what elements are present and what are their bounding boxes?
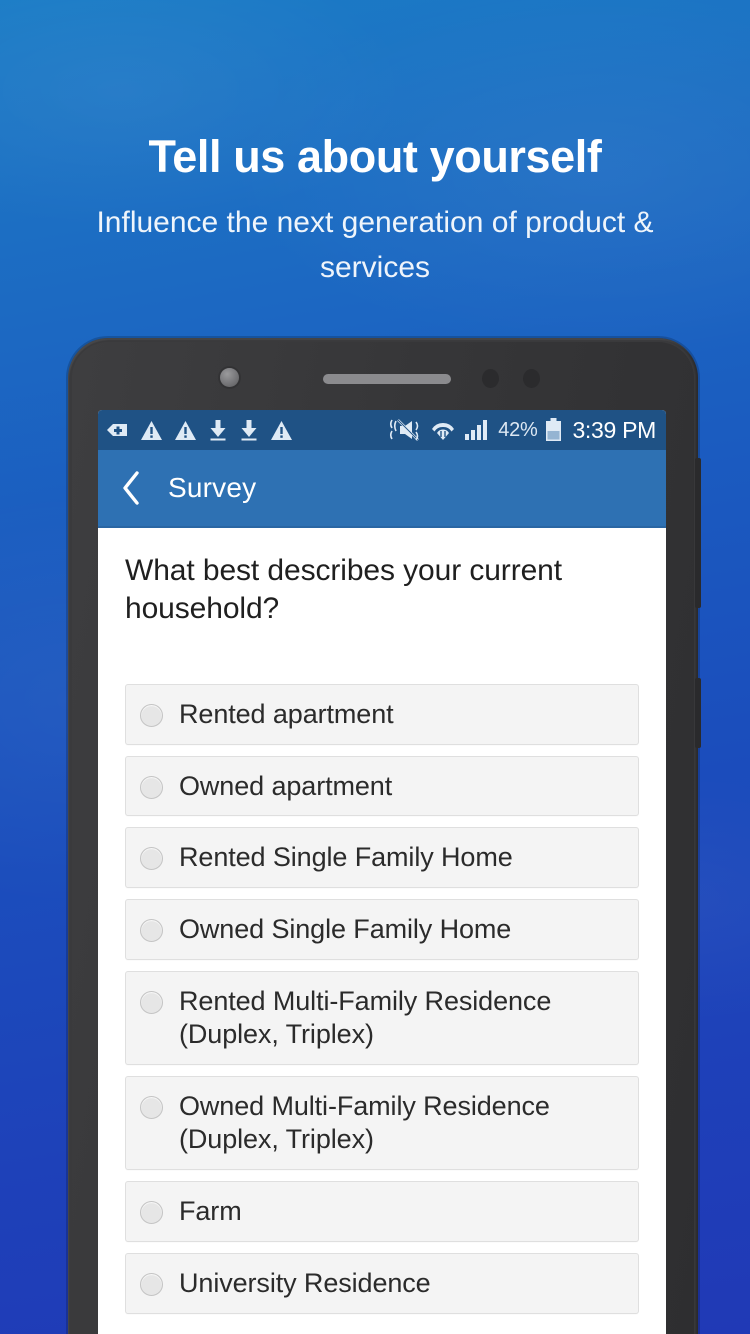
status-bar-system: 42% 3:39 PM bbox=[388, 417, 656, 444]
survey-option-label: Rented Single Family Home bbox=[179, 842, 513, 873]
status-bar-notifications bbox=[106, 419, 388, 441]
survey-option[interactable]: Rented Multi-Family Residence (Duplex, T… bbox=[125, 971, 639, 1066]
survey-option-label: Rented Multi-Family Residence (Duplex, T… bbox=[179, 986, 552, 1050]
radio-button-icon[interactable] bbox=[140, 991, 163, 1015]
wifi-icon bbox=[432, 422, 455, 440]
download-icon bbox=[210, 420, 226, 441]
download-icon bbox=[241, 420, 257, 441]
battery-icon bbox=[546, 418, 562, 441]
radio-button-icon[interactable] bbox=[140, 847, 163, 871]
radio-button-icon[interactable] bbox=[140, 1201, 163, 1225]
promo-heading: Tell us about yourself bbox=[148, 131, 602, 182]
light-sensor-icon bbox=[523, 369, 540, 388]
chevron-left-icon bbox=[123, 471, 139, 505]
survey-option-label: Farm bbox=[179, 1196, 242, 1227]
power-button[interactable] bbox=[695, 678, 701, 748]
warning-triangle-icon bbox=[141, 420, 162, 440]
warning-triangle-icon bbox=[175, 420, 196, 440]
radio-button-icon[interactable] bbox=[140, 919, 163, 943]
promo-screenshot: Tell us about yourself Influence the nex… bbox=[0, 0, 750, 1334]
survey-option-label: Owned Single Family Home bbox=[179, 914, 512, 945]
warning-triangle-icon bbox=[271, 420, 292, 440]
volume-button[interactable] bbox=[695, 458, 701, 608]
survey-option[interactable]: Rented apartment bbox=[125, 683, 639, 745]
radio-button-icon[interactable] bbox=[140, 703, 163, 727]
survey-option[interactable]: Owned Multi-Family Residence (Duplex, Tr… bbox=[125, 1076, 639, 1171]
tag-plus-icon bbox=[107, 424, 127, 436]
survey-option-label: University Residence bbox=[179, 1268, 431, 1299]
survey-option[interactable]: Farm bbox=[125, 1181, 639, 1243]
camera-icon bbox=[220, 368, 239, 387]
app-bar: Survey bbox=[98, 450, 666, 528]
survey-option-label: Rented apartment bbox=[179, 698, 394, 729]
survey-option[interactable]: Owned Single Family Home bbox=[125, 899, 639, 961]
page-title: Survey bbox=[168, 472, 257, 503]
promo-subtitle: Influence the next generation of product… bbox=[96, 206, 654, 284]
survey-option[interactable]: University Residence bbox=[125, 1253, 639, 1314]
radio-button-icon[interactable] bbox=[140, 1096, 163, 1120]
radio-button-icon[interactable] bbox=[140, 1273, 163, 1297]
battery-percentage: 42% bbox=[498, 418, 538, 441]
survey-option-label: Owned apartment bbox=[179, 770, 393, 801]
radio-button-icon[interactable] bbox=[140, 775, 163, 799]
proximity-sensor-icon bbox=[482, 369, 499, 388]
cellular-signal-icon bbox=[465, 420, 488, 440]
speaker-grille-icon bbox=[323, 374, 451, 384]
status-bar: 42% 3:39 PM bbox=[98, 410, 666, 450]
survey-option-label: Owned Multi-Family Residence (Duplex, Tr… bbox=[179, 1091, 550, 1155]
phone-screen: 42% 3:39 PM Survey What best describes y… bbox=[98, 410, 666, 1334]
survey-question: What best describes your current househo… bbox=[125, 554, 562, 625]
status-bar-clock: 3:39 PM bbox=[572, 416, 656, 443]
survey-option[interactable]: Rented Single Family Home bbox=[125, 827, 639, 889]
survey-content: What best describes your current househo… bbox=[98, 528, 666, 1334]
survey-options-list: Rented apartment Owned apartment Rented … bbox=[125, 683, 639, 1314]
vibrate-mute-icon bbox=[390, 419, 420, 441]
phone-mockup: 42% 3:39 PM Survey What best describes y… bbox=[68, 338, 701, 1334]
survey-option[interactable]: Owned apartment bbox=[125, 755, 639, 817]
back-button[interactable] bbox=[98, 471, 164, 505]
